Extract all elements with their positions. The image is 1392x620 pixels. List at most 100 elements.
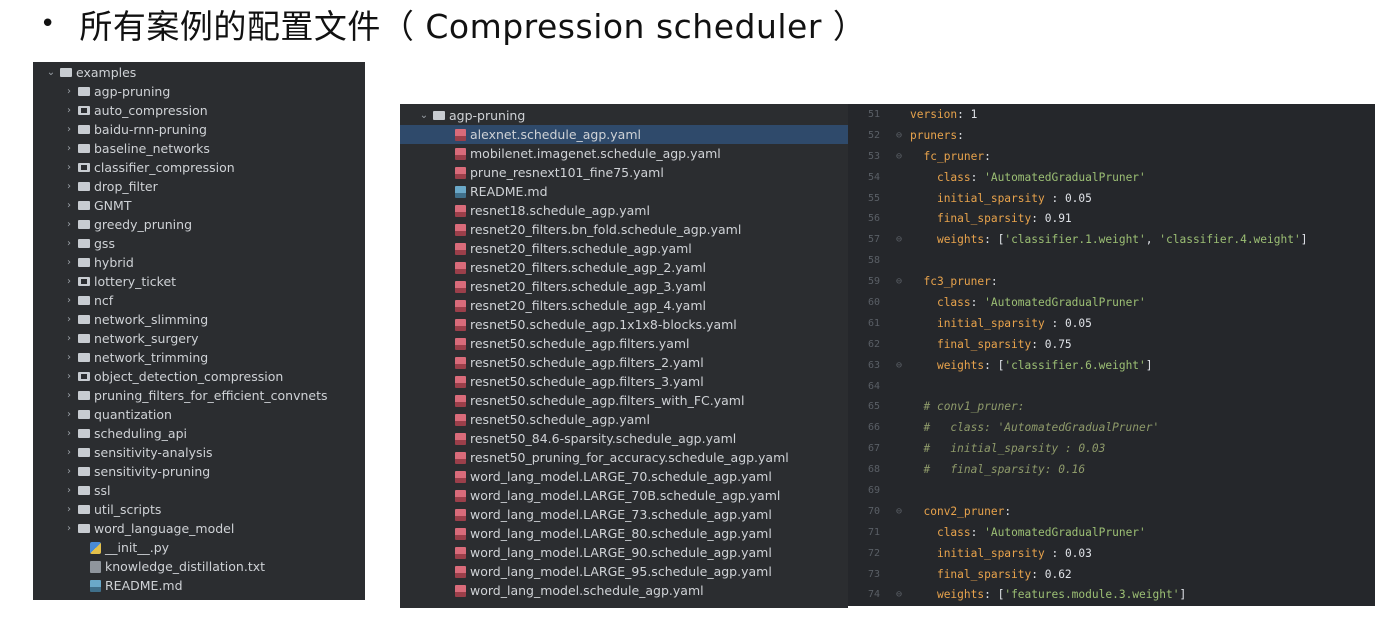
tree-folder[interactable]: › network_trimming [33,348,365,367]
tree-folder[interactable]: › network_surgery [33,329,365,348]
tree-item-label: classifier_compression [94,160,235,175]
tree-file[interactable]: word_lang_model.LARGE_70B.schedule_agp.y… [400,486,848,505]
chevron-right-icon[interactable]: › [63,143,75,154]
chevron-right-icon[interactable]: › [63,105,75,116]
tree-file[interactable]: word_lang_model.LARGE_73.schedule_agp.ya… [400,505,848,524]
tree-file[interactable]: word_lang_model.LARGE_70.schedule_agp.ya… [400,467,848,486]
tree-item-label: resnet50.schedule_agp.1x1x8-blocks.yaml [470,317,737,332]
tree-folder[interactable]: › network_slimming [33,310,365,329]
tree-file[interactable]: resnet20_filters.schedule_agp_4.yaml [400,296,848,315]
tree-folder[interactable]: › drop_filter [33,177,365,196]
tree-file[interactable]: resnet50.schedule_agp.filters_with_FC.ya… [400,391,848,410]
tree-folder[interactable]: › pruning_filters_for_efficient_convnets [33,386,365,405]
tree-folder[interactable]: › util_scripts [33,500,365,519]
tree-file[interactable]: resnet50.schedule_agp.1x1x8-blocks.yaml [400,315,848,334]
tree-folder[interactable]: › word_language_model [33,519,365,538]
fold-icon[interactable]: ⊖ [888,506,910,517]
chevron-right-icon[interactable]: › [63,523,75,534]
chevron-down-icon[interactable]: ⌄ [45,67,57,78]
tree-folder[interactable]: › GNMT [33,196,365,215]
tree-file[interactable]: README.md [400,182,848,201]
tree-folder[interactable]: › classifier_compression [33,158,365,177]
code-token: : [970,525,985,539]
tree-file[interactable]: word_lang_model.LARGE_95.schedule_agp.ya… [400,562,848,581]
tree-folder[interactable]: › hybrid [33,253,365,272]
chevron-right-icon[interactable]: › [63,200,75,211]
code-token: : [970,295,985,309]
chevron-right-icon[interactable]: › [63,219,75,230]
tree-file[interactable]: prune_resnext101_fine75.yaml [400,163,848,182]
chevron-right-icon[interactable]: › [63,390,75,401]
tree-file[interactable]: resnet20_filters.schedule_agp_3.yaml [400,277,848,296]
chevron-right-icon[interactable]: › [63,504,75,515]
agp-pruning-file-tree: ⌄ agp-pruning alexnet.schedule_agp.yamlmob… [400,104,848,608]
tree-file[interactable]: word_lang_model.LARGE_80.schedule_agp.ya… [400,524,848,543]
tree-file[interactable]: mobilenet.imagenet.schedule_agp.yaml [400,144,848,163]
chevron-right-icon[interactable]: › [63,86,75,97]
chevron-right-icon[interactable]: › [63,466,75,477]
tree-folder[interactable]: › ssl [33,481,365,500]
fold-icon[interactable]: ⊖ [888,276,910,287]
chevron-down-icon[interactable]: ⌄ [418,110,430,121]
chevron-right-icon[interactable]: › [63,333,75,344]
tree-folder[interactable]: › scheduling_api [33,424,365,443]
chevron-right-icon[interactable]: › [63,447,75,458]
tree-file[interactable]: word_lang_model.schedule_agp.yaml [400,581,848,600]
chevron-right-icon[interactable]: › [63,409,75,420]
chevron-right-icon[interactable]: › [63,314,75,325]
tree-item-label: word_lang_model.LARGE_73.schedule_agp.ya… [470,507,772,522]
tree-folder[interactable]: › sensitivity-analysis [33,443,365,462]
tree-folder[interactable]: › ncf [33,291,365,310]
chevron-right-icon[interactable]: › [63,371,75,382]
tree-file[interactable]: __init__.py [33,538,365,557]
chevron-right-icon[interactable]: › [63,428,75,439]
tree-folder[interactable]: › lottery_ticket [33,272,365,291]
tree-folder[interactable]: › greedy_pruning [33,215,365,234]
tree-file[interactable]: resnet20_filters.schedule_agp.yaml [400,239,848,258]
tree-folder[interactable]: › object_detection_compression [33,367,365,386]
tree-folder[interactable]: › baseline_networks [33,139,365,158]
chevron-right-icon[interactable]: › [63,181,75,192]
chevron-right-icon[interactable]: › [63,124,75,135]
tree-file[interactable]: resnet18.schedule_agp.yaml [400,201,848,220]
chevron-right-icon[interactable]: › [63,485,75,496]
tree-file[interactable]: resnet50.schedule_agp.yaml [400,410,848,429]
code-token: 'features.module.3.weight' [1004,588,1180,602]
fold-icon[interactable]: ⊖ [888,234,910,245]
fold-icon[interactable]: ⊖ [888,130,910,141]
chevron-right-icon[interactable]: › [63,162,75,173]
code-line: 72 initial_sparsity : 0.03 [848,543,1375,564]
code-line: 73 final_sparsity: 0.62 [848,564,1375,585]
tree-file[interactable]: resnet50.schedule_agp.filters_3.yaml [400,372,848,391]
chevron-right-icon[interactable]: › [63,238,75,249]
tree-folder[interactable]: › agp-pruning [33,82,365,101]
yaml-code-editor[interactable]: 51 version: 1 52 ⊖ pruners: 53 ⊖ fc_pruner: 54 … [848,104,1375,606]
tree-folder[interactable]: › sensitivity-pruning [33,462,365,481]
tree-folder[interactable]: › gss [33,234,365,253]
tree-file[interactable]: resnet50.schedule_agp.filters.yaml [400,334,848,353]
chevron-right-icon[interactable]: › [63,352,75,363]
tree-item-label: mobilenet.imagenet.schedule_agp.yaml [470,146,721,161]
tree-file[interactable]: alexnet.schedule_agp.yaml [400,125,848,144]
fold-icon[interactable]: ⊖ [888,151,910,162]
tree-root-examples[interactable]: ⌄ examples [33,63,365,82]
tree-file[interactable]: knowledge_distillation.txt [33,557,365,576]
chevron-right-icon[interactable]: › [63,276,75,287]
tree-folder[interactable]: › auto_compression [33,101,365,120]
tree-file[interactable]: resnet20_filters.schedule_agp_2.yaml [400,258,848,277]
fold-icon[interactable]: ⊖ [888,360,910,371]
chevron-right-icon[interactable]: › [63,295,75,306]
tree-file[interactable]: resnet50.schedule_agp.filters_2.yaml [400,353,848,372]
tree-folder[interactable]: › baidu-rnn-pruning [33,120,365,139]
code-text: pruners: [910,129,964,142]
tree-file[interactable]: resnet20_filters.bn_fold.schedule_agp.ya… [400,220,848,239]
fold-icon[interactable]: ⊖ [888,589,910,600]
chevron-right-icon[interactable]: › [63,257,75,268]
tree-file[interactable]: resnet50_pruning_for_accuracy.schedule_a… [400,448,848,467]
tree-file[interactable]: resnet50_84.6-sparsity.schedule_agp.yaml [400,429,848,448]
tree-file[interactable]: README.md [33,576,365,595]
tree-folder[interactable]: › quantization [33,405,365,424]
tree-root-agp-pruning[interactable]: ⌄ agp-pruning [400,106,848,125]
tree-file[interactable]: word_lang_model.LARGE_90.schedule_agp.ya… [400,543,848,562]
